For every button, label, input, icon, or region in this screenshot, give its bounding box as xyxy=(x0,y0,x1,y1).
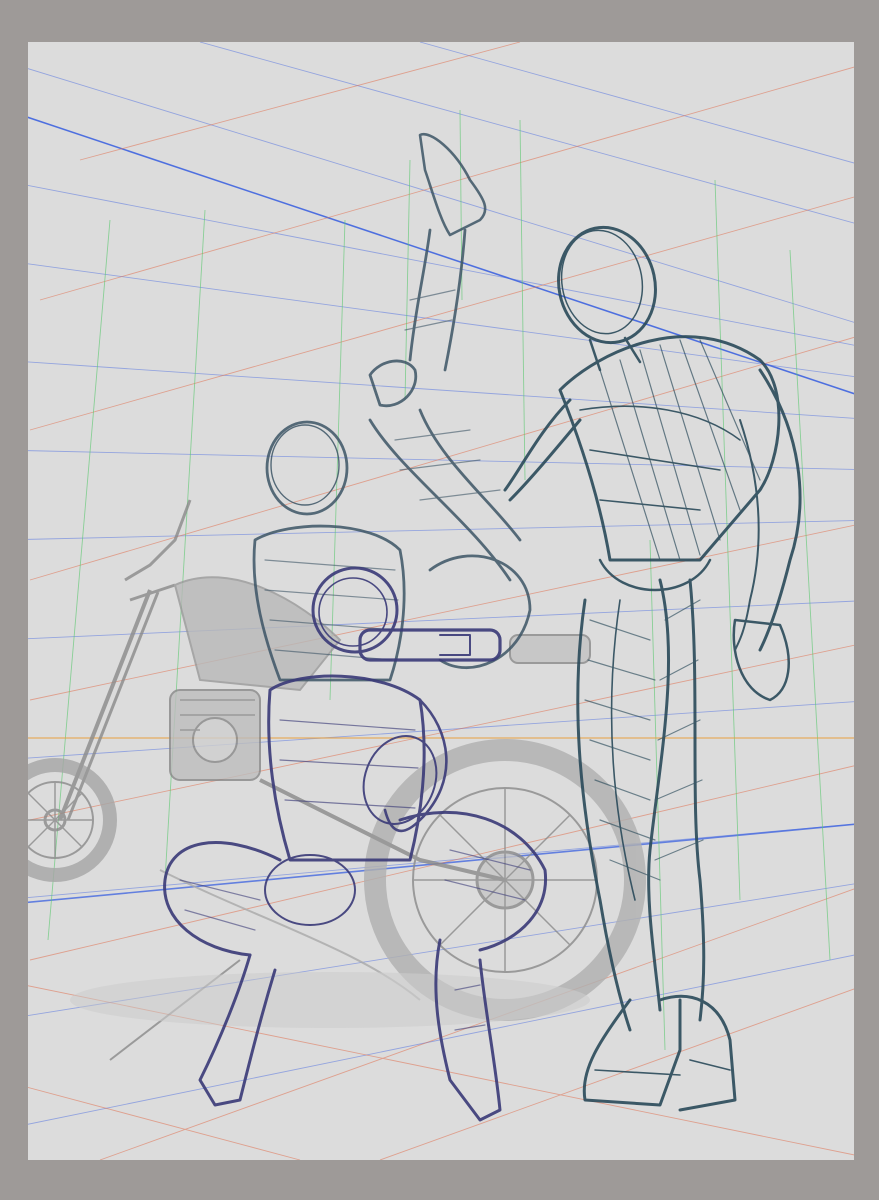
sketch-artwork xyxy=(28,42,854,1160)
canvas-frame xyxy=(0,0,879,1200)
horizon-line-blue xyxy=(28,116,854,395)
kicking-figure-sketch xyxy=(252,132,532,682)
standing-figure-sketch xyxy=(503,225,802,1112)
motorcycle-reference xyxy=(28,499,646,1061)
perspective-guides-blue xyxy=(28,42,854,1125)
vertical-guides-green xyxy=(47,109,831,1051)
